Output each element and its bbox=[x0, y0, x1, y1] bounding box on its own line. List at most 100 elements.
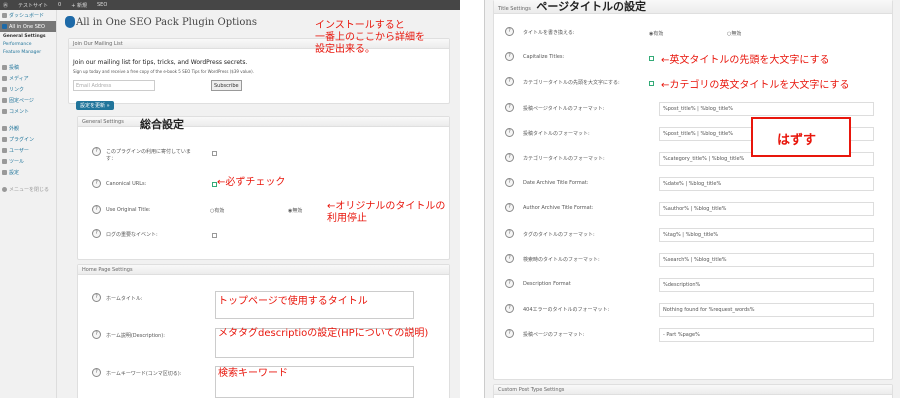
help-icon[interactable]: ? bbox=[92, 330, 101, 339]
mailing-list-sub: Sign up today and receive a free copy of… bbox=[73, 69, 254, 74]
help-icon[interactable]: ? bbox=[92, 229, 101, 238]
original-title-radio-no[interactable]: ◉無効 bbox=[288, 207, 302, 214]
rewrite-radio-no[interactable]: ○無効 bbox=[727, 30, 741, 37]
title-setting-label: タイトルを書き換える: bbox=[523, 30, 575, 36]
title-setting-label: 投稿ページのフォーマット: bbox=[523, 332, 585, 339]
rewrite-radio-yes[interactable]: ◉有効 bbox=[649, 30, 663, 37]
help-icon[interactable]: ? bbox=[505, 228, 514, 238]
home-title-label: ホームタイトル: bbox=[106, 296, 143, 302]
option-log-label: ログの重要なイベント: bbox=[106, 232, 158, 238]
option-canonical-label: Canonical URLs: bbox=[106, 181, 147, 187]
save-settings-button[interactable]: 設定を更新 » bbox=[76, 101, 114, 110]
title-setting-label: Capitalize Titles: bbox=[523, 54, 565, 61]
annotation-hazusu-box: はずす bbox=[751, 117, 851, 157]
sidebar-item-users[interactable]: ユーザー bbox=[0, 145, 56, 156]
collapse-icon bbox=[2, 187, 7, 192]
title-format-input[interactable]: %post_title% | %blog_title% bbox=[659, 101, 874, 116]
email-input[interactable]: Email Address bbox=[73, 80, 155, 91]
title-setting-row: ? 投稿ページのフォーマット: - Part %page% bbox=[497, 326, 897, 349]
help-icon[interactable]: ? bbox=[92, 147, 101, 156]
help-icon[interactable]: ? bbox=[505, 253, 514, 263]
help-icon[interactable]: ? bbox=[92, 368, 101, 377]
title-setting-row: ? Author Archive Title Format: %author% | … bbox=[497, 200, 897, 223]
help-icon[interactable]: ? bbox=[505, 27, 514, 36]
help-icon[interactable]: ? bbox=[505, 127, 514, 137]
sidebar-collapse[interactable]: メニューを閉じる bbox=[0, 184, 56, 195]
help-icon[interactable]: ? bbox=[92, 205, 101, 214]
sidebar-item-links[interactable]: リンク bbox=[0, 84, 56, 95]
adminbar-new[interactable]: + 新規 bbox=[71, 2, 87, 9]
annotation-capitalize: ←英文タイトルの先頭を大文字にする bbox=[661, 55, 830, 67]
links-icon bbox=[2, 87, 7, 92]
sidebar-sub-feature-manager[interactable]: Feature Manager bbox=[0, 48, 56, 56]
sidebar-item-dashboard[interactable]: ダッシュボード bbox=[0, 10, 56, 21]
capitalize-checkbox[interactable] bbox=[649, 81, 654, 87]
home-keywords-label: ホームキーワード(コンマ区切る): bbox=[106, 371, 182, 377]
sidebar-item-media[interactable]: メディア bbox=[0, 73, 56, 84]
annotation-title-head: ページタイトルの設定 bbox=[536, 0, 646, 13]
sidebar-item-tools[interactable]: ツール bbox=[0, 156, 56, 167]
help-icon[interactable]: ? bbox=[505, 52, 514, 62]
sidebar-item-comments[interactable]: コメント bbox=[0, 106, 56, 117]
custom-post-type-head: Custom Post Type Settings bbox=[494, 385, 892, 395]
help-icon[interactable]: ? bbox=[505, 77, 514, 87]
plugins-icon bbox=[2, 137, 7, 142]
media-icon bbox=[2, 76, 7, 81]
title-setting-row: ? カテゴリータイトルの先頭を大文字にする: ←カテゴリの英文タイトルを大文字にする bbox=[497, 74, 897, 97]
title-setting-label: 検索時のタイトルのフォーマット: bbox=[523, 256, 600, 263]
title-setting-label: カテゴリータイトルのフォーマット: bbox=[523, 156, 605, 162]
wordpress-icon[interactable]: Ⓦ bbox=[3, 2, 8, 9]
title-format-input[interactable]: - Part %page% bbox=[659, 328, 874, 343]
title-format-input[interactable]: %search% | %blog_title% bbox=[659, 252, 874, 267]
sidebar-item-settings[interactable]: 設定 bbox=[0, 167, 56, 178]
admin-bar: Ⓦ テストサイト 0 + 新規 SEO bbox=[0, 0, 460, 10]
title-setting-label: Date Archive Title Format: bbox=[523, 180, 589, 187]
title-format-input[interactable]: %author% | %blog_title% bbox=[659, 202, 874, 217]
help-icon[interactable]: ? bbox=[505, 203, 514, 213]
custom-post-type-box: Custom Post Type Settings bbox=[493, 384, 893, 398]
right-screenshot: Title Settings ページタイトルの設定 ? タイトルを書き換える: ◉有… bbox=[484, 0, 900, 398]
help-icon[interactable]: ? bbox=[505, 153, 514, 162]
sidebar-item-plugins[interactable]: プラグイン bbox=[0, 134, 56, 145]
title-format-input[interactable]: Nothing found for %request_words% bbox=[659, 303, 874, 318]
help-icon[interactable]: ? bbox=[92, 179, 101, 188]
annotation-canonical: ←必ずチェック bbox=[217, 177, 286, 188]
left-screenshot: Ⓦ テストサイト 0 + 新規 SEO ダッシュボード All in One S… bbox=[0, 0, 460, 398]
title-format-input[interactable]: %description% bbox=[659, 278, 874, 292]
help-icon[interactable]: ? bbox=[505, 279, 514, 288]
sidebar-item-appearance[interactable]: 外観 bbox=[0, 123, 56, 134]
annotation-home-desc: メタタグdescriptioの設定(HPについての説明) bbox=[218, 328, 429, 339]
title-setting-row: ? タグのタイトルのフォーマット: %tag% | %blog_title% bbox=[497, 226, 897, 249]
title-format-input[interactable]: %date% | %blog_title% bbox=[659, 177, 874, 192]
help-icon[interactable]: ? bbox=[505, 304, 514, 314]
help-icon[interactable]: ? bbox=[505, 102, 514, 112]
help-icon[interactable]: ? bbox=[505, 329, 514, 339]
title-setting-row: ? 検索時のタイトルのフォーマット: %search% | %blog_title% bbox=[497, 251, 897, 274]
title-setting-label: カテゴリータイトルの先頭を大文字にする: bbox=[523, 80, 620, 87]
sidebar-sub-performance[interactable]: Performance bbox=[0, 40, 56, 48]
sidebar-item-seo[interactable]: All in One SEO bbox=[0, 21, 56, 32]
home-desc-label: ホーム説明(Description): bbox=[106, 333, 165, 339]
help-icon[interactable]: ? bbox=[92, 293, 101, 302]
comments-icon bbox=[2, 109, 7, 114]
help-icon[interactable]: ? bbox=[505, 178, 514, 188]
capitalize-checkbox[interactable] bbox=[649, 56, 654, 62]
donate-checkbox[interactable] bbox=[212, 151, 217, 156]
sidebar-item-pages[interactable]: 固定ページ bbox=[0, 95, 56, 106]
annotation-capitalize: ←カテゴリの英文タイトルを大文字にする bbox=[661, 80, 850, 92]
title-format-input[interactable]: %tag% | %blog_title% bbox=[659, 227, 874, 242]
title-setting-label: Description Format bbox=[523, 281, 571, 287]
original-title-radio-yes[interactable]: ○有効 bbox=[210, 207, 224, 214]
option-donate-label: このプラグインの利用に寄付しています： bbox=[106, 149, 191, 162]
adminbar-site[interactable]: テストサイト bbox=[18, 2, 48, 9]
adminbar-comments[interactable]: 0 bbox=[58, 2, 61, 8]
log-checkbox[interactable] bbox=[212, 233, 217, 238]
seo-shield-icon bbox=[65, 16, 75, 28]
sidebar-item-posts[interactable]: 投稿 bbox=[0, 62, 56, 73]
annotation-home-title: トップページで使用するタイトル bbox=[218, 296, 368, 307]
adminbar-seo[interactable]: SEO bbox=[97, 2, 107, 8]
sidebar-sub-general[interactable]: General Settings bbox=[0, 32, 56, 40]
subscribe-button[interactable]: Subscribe bbox=[211, 80, 242, 91]
title-setting-label: Author Archive Title Format: bbox=[523, 205, 594, 212]
users-icon bbox=[2, 148, 7, 153]
